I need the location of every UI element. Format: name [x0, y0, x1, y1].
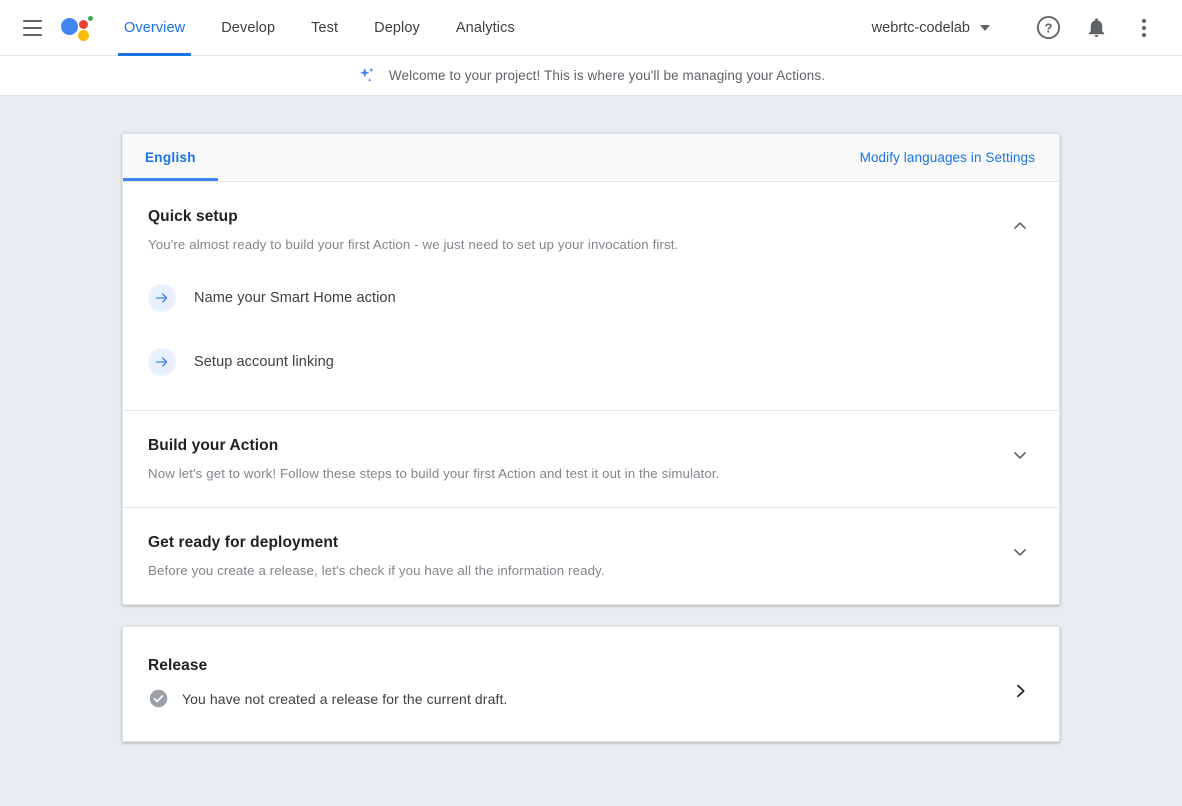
section-subtitle: Now let's get to work! Follow these step…	[148, 466, 1035, 481]
chevron-right-icon	[1010, 681, 1030, 701]
task-setup-account-linking[interactable]: Setup account linking	[148, 340, 1035, 384]
chevron-down-icon	[1010, 445, 1030, 465]
chevron-down-icon	[1010, 542, 1030, 562]
arrow-right-icon	[148, 348, 176, 376]
top-app-bar: Overview Develop Test Deploy Analytics w…	[0, 0, 1182, 56]
nav-item-label: Test	[311, 20, 338, 36]
language-tab-label: English	[145, 150, 196, 165]
section-build-your-action: Build your Action Now let's get to work!…	[123, 411, 1059, 508]
svg-text:?: ?	[1044, 20, 1052, 35]
nav-item-label: Overview	[124, 20, 185, 36]
kebab-dot	[1142, 33, 1146, 37]
release-status-text: You have not created a release for the c…	[182, 691, 507, 707]
google-assistant-logo[interactable]	[58, 10, 94, 46]
nav-item-label: Deploy	[374, 20, 420, 36]
nav-item-overview[interactable]: Overview	[106, 0, 203, 56]
language-tab-english[interactable]: English	[123, 133, 218, 181]
hamburger-line	[23, 34, 42, 36]
nav-item-test[interactable]: Test	[293, 0, 356, 56]
project-picker[interactable]: webrtc-codelab	[862, 14, 1000, 42]
main-content: English Modify languages in Settings Qui…	[0, 96, 1182, 742]
kebab-dot	[1142, 19, 1146, 23]
notifications-button[interactable]	[1074, 6, 1118, 50]
project-name: webrtc-codelab	[872, 20, 970, 36]
logo-dot-yellow	[78, 30, 89, 41]
task-name-smart-home-action[interactable]: Name your Smart Home action	[148, 276, 1035, 320]
release-title: Release	[148, 657, 1035, 675]
logo-dot-blue	[61, 18, 78, 35]
chevron-down-icon	[980, 25, 990, 31]
section-title: Quick setup	[148, 208, 1035, 226]
section-get-ready-for-deployment: Get ready for deployment Before you crea…	[123, 508, 1059, 604]
nav-item-label: Analytics	[456, 20, 515, 36]
release-status: You have not created a release for the c…	[148, 688, 1035, 709]
check-circle-icon	[148, 688, 169, 709]
main-navigation: Overview Develop Test Deploy Analytics	[106, 0, 533, 56]
more-options-button[interactable]	[1122, 6, 1166, 50]
open-release-button[interactable]	[1002, 673, 1038, 709]
bell-icon	[1085, 16, 1108, 39]
sparkle-icon	[357, 66, 377, 86]
hamburger-line	[23, 27, 42, 29]
help-icon: ?	[1036, 15, 1061, 40]
welcome-banner: Welcome to your project! This is where y…	[0, 56, 1182, 96]
language-tab-bar: English Modify languages in Settings	[123, 134, 1059, 182]
expand-build-your-action-button[interactable]	[1002, 437, 1038, 473]
section-quick-setup: Quick setup You're almost ready to build…	[123, 182, 1059, 411]
arrow-right-icon	[148, 284, 176, 312]
collapse-quick-setup-button[interactable]	[1002, 208, 1038, 244]
section-subtitle: You're almost ready to build your first …	[148, 237, 1035, 252]
section-title: Get ready for deployment	[148, 534, 1035, 552]
section-title: Build your Action	[148, 437, 1035, 455]
welcome-text: Welcome to your project! This is where y…	[389, 68, 825, 83]
task-label: Setup account linking	[194, 354, 334, 370]
release-card-body: Release You have not created a release f…	[123, 627, 1059, 741]
task-label: Name your Smart Home action	[194, 290, 396, 306]
release-card[interactable]: Release You have not created a release f…	[122, 626, 1060, 742]
section-subtitle: Before you create a release, let's check…	[148, 563, 1035, 578]
hamburger-icon[interactable]	[12, 8, 52, 48]
quick-setup-task-list: Name your Smart Home action Setup accoun…	[148, 276, 1035, 384]
nav-item-develop[interactable]: Develop	[203, 0, 293, 56]
logo-dot-red	[79, 20, 88, 29]
logo-dot-green	[88, 16, 93, 21]
nav-item-analytics[interactable]: Analytics	[438, 0, 533, 56]
app-bar-actions: webrtc-codelab ?	[862, 6, 1166, 50]
kebab-dot	[1142, 26, 1146, 30]
nav-item-label: Develop	[221, 20, 275, 36]
chevron-up-icon	[1010, 216, 1030, 236]
help-button[interactable]: ?	[1026, 6, 1070, 50]
modify-languages-link[interactable]: Modify languages in Settings	[860, 150, 1035, 181]
hamburger-line	[23, 20, 42, 22]
nav-item-deploy[interactable]: Deploy	[356, 0, 438, 56]
more-vertical-icon	[1142, 19, 1146, 37]
expand-get-ready-for-deployment-button[interactable]	[1002, 534, 1038, 570]
setup-card: English Modify languages in Settings Qui…	[122, 133, 1060, 605]
